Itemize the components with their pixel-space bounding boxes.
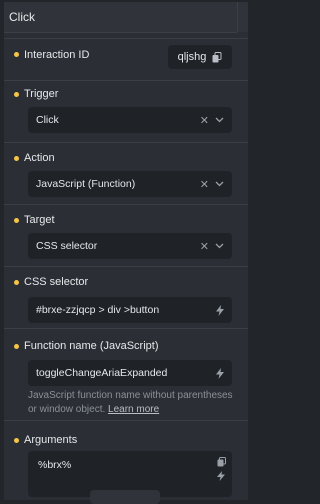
action-section: Action JavaScript (Function) ✕ [4,142,248,205]
trigger-section: Trigger Click ✕ [4,80,248,143]
css-selector-label: CSS selector [24,276,89,288]
required-dot [14,156,19,161]
learn-more-link[interactable]: Learn more [108,404,159,415]
action-select[interactable]: JavaScript (Function) ✕ [28,171,232,197]
interaction-panel: Click Interaction ID qljshg Trigger Clic… [4,2,248,500]
function-name-section: Function name (JavaScript) toggleChangeA… [4,328,248,421]
copy-icon[interactable] [217,457,226,467]
dynamic-data-icon[interactable] [217,471,226,481]
title-scroll-handle[interactable] [237,2,248,32]
required-dot [14,438,19,443]
required-dot [14,218,19,223]
function-name-value: toggleChangeAriaExpanded [36,367,168,379]
dynamic-data-icon[interactable] [216,304,224,316]
required-dot [14,52,19,57]
action-value: JavaScript (Function) [36,178,136,190]
css-selector-input[interactable]: #brxe-zzjqcp > div >button [28,297,232,323]
css-selector-section: CSS selector #brxe-zzjqcp > div >button [4,266,248,329]
required-dot [14,344,19,349]
target-select[interactable]: CSS selector ✕ [28,233,232,259]
chevron-down-icon[interactable] [215,243,224,249]
interaction-id-value: qljshg [177,51,207,63]
target-label: Target [24,214,55,226]
interaction-id-section: Interaction ID qljshg [4,38,248,81]
target-value: CSS selector [36,240,98,252]
function-name-help: JavaScript function name without parenth… [28,389,238,417]
clear-icon[interactable]: ✕ [200,178,209,191]
clear-icon[interactable]: ✕ [200,240,209,253]
required-dot [14,280,19,285]
chevron-down-icon[interactable] [215,117,224,123]
trigger-label: Trigger [24,88,59,100]
trigger-select[interactable]: Click ✕ [28,107,232,133]
interaction-id-label: Interaction ID [24,49,90,61]
clear-icon[interactable]: ✕ [200,114,209,127]
required-dot [14,92,19,97]
interaction-title: Click [9,10,35,24]
interaction-title-bar[interactable]: Click [4,2,237,33]
dynamic-data-icon[interactable] [216,367,224,379]
chevron-down-icon[interactable] [215,181,224,187]
arguments-value: %brx% [38,459,72,471]
arguments-label: Arguments [24,434,78,446]
css-selector-value: #brxe-zzjqcp > div >button [36,304,160,316]
arguments-actions [217,457,226,481]
target-section: Target CSS selector ✕ [4,204,248,267]
function-name-input[interactable]: toggleChangeAriaExpanded [28,360,232,386]
add-argument-button[interactable] [90,490,160,504]
trigger-value: Click [36,114,59,126]
action-label: Action [24,152,55,164]
function-name-label: Function name (JavaScript) [24,340,159,352]
copy-icon[interactable] [212,51,222,63]
interaction-id-chip[interactable]: qljshg [168,45,232,69]
